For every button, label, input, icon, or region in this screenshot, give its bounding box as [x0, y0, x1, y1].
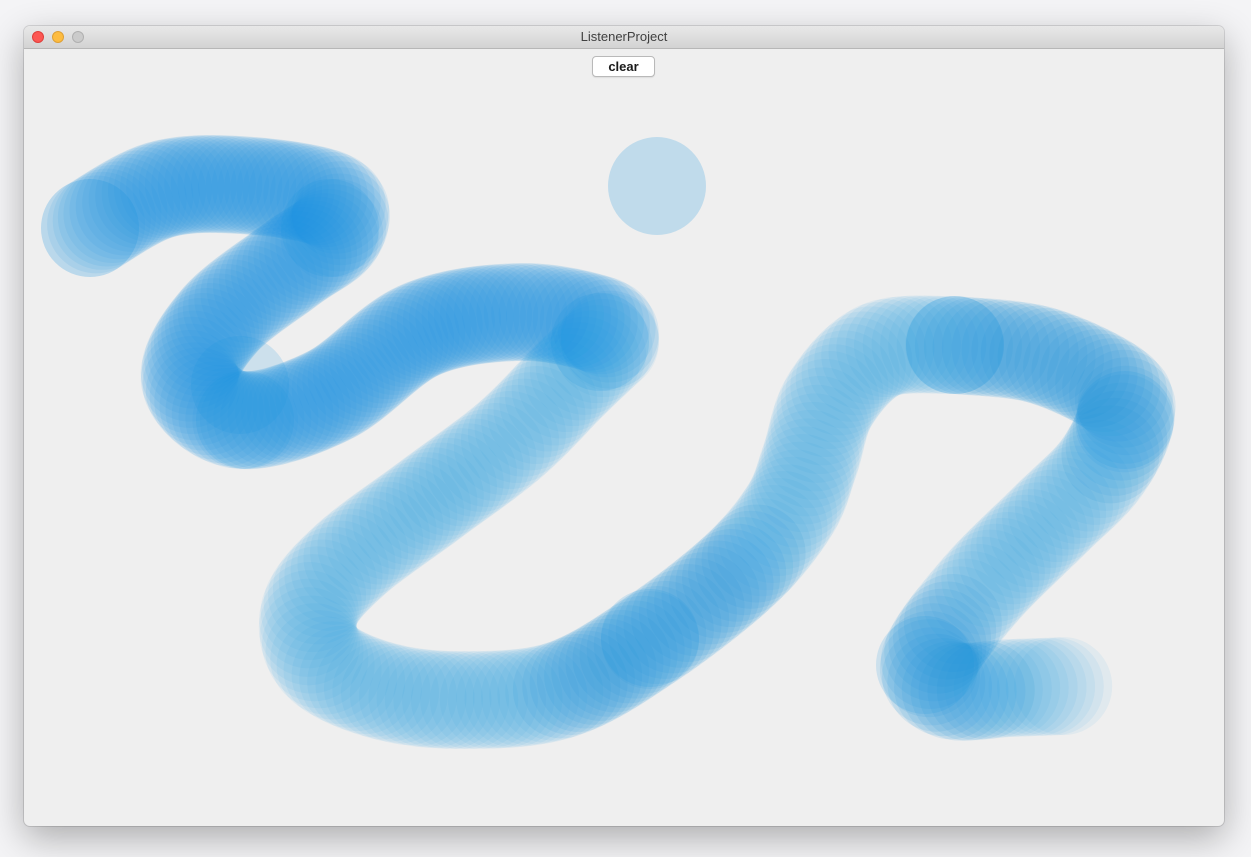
brush-dab	[196, 371, 294, 469]
brush-dab	[1076, 371, 1174, 469]
brush-dab	[876, 616, 974, 714]
brush-dot	[608, 137, 706, 235]
title-bar[interactable]: ListenerProject	[24, 26, 1224, 49]
drawing-canvas[interactable]	[24, 49, 1224, 826]
drawing-panel[interactable]: clear	[24, 49, 1224, 826]
clear-button[interactable]: clear	[592, 56, 655, 77]
brush-dab	[41, 179, 139, 277]
app-window: ListenerProject clear	[24, 26, 1224, 826]
brush-dab	[601, 589, 699, 687]
brush-dab	[551, 293, 649, 391]
brush-stroke-right	[1014, 637, 1113, 736]
brush-dab	[281, 179, 379, 277]
brush-dab	[906, 296, 1004, 394]
window-title: ListenerProject	[580, 29, 668, 44]
